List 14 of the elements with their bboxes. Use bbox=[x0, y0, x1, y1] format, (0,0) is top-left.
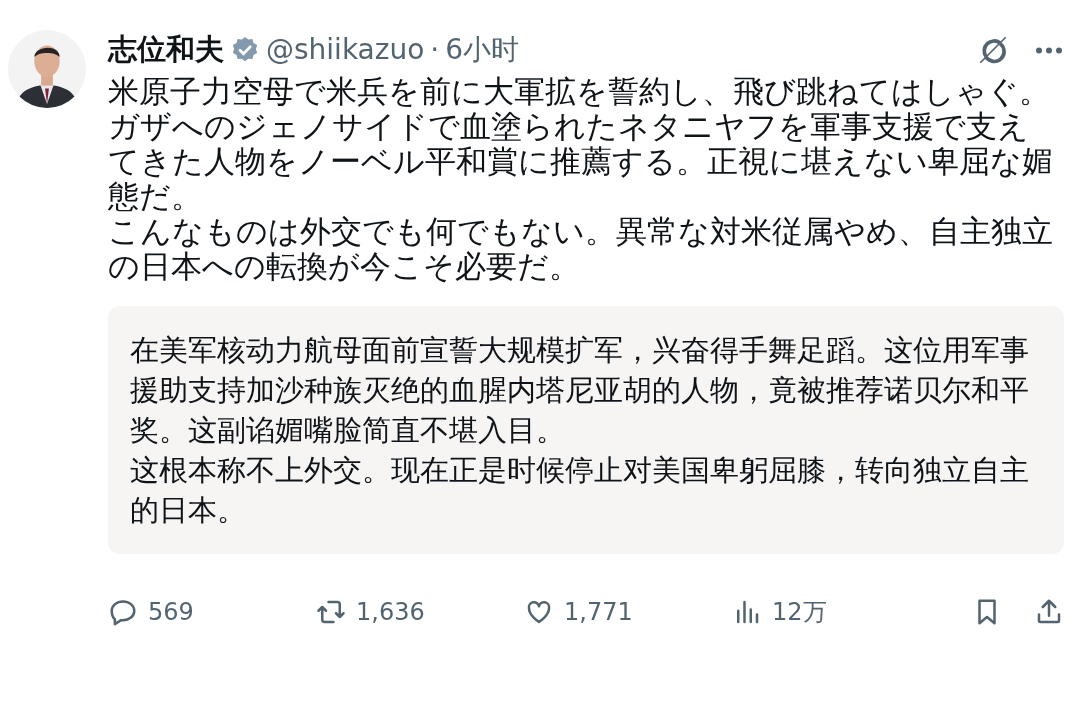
author-handle[interactable]: @shiikazuo bbox=[266, 29, 425, 71]
translation-text: 在美军核动力航母面前宣誓大规模扩军，兴奋得手舞足蹈。这位用军事援助支持加沙种族灭绝的血腥内塔尼亚胡的人物，竟被推荐诺贝尔和平奖。这副谄媚嘴脸简直不堪入目。 bbox=[130, 332, 1030, 449]
reply-button[interactable]: 569 bbox=[108, 594, 316, 630]
post-text: こんなものは外交でも何でもない。異常な対米従属やめ、自主独立の日本への転換が今こそ必要だ。 bbox=[108, 214, 1053, 284]
like-button[interactable]: 1,771 bbox=[524, 594, 732, 630]
views-button[interactable]: 12万 bbox=[732, 594, 940, 630]
repost-button[interactable]: 1,636 bbox=[316, 594, 524, 630]
post-time[interactable]: 6小时 bbox=[445, 29, 520, 71]
separator: · bbox=[430, 32, 440, 68]
author-name[interactable]: 志位和夫 bbox=[108, 28, 224, 72]
translation-text: 这根本称不上外交。现在正是时候停止对美国卑躬屈膝，转向独立自主的日本。 bbox=[130, 452, 1030, 529]
post-text: ガザへのジェノサイドで血塗られたネタニヤフを軍事支援で支えてきた人物をノーベル平和賞に推薦する。正視に堪えない卑屈な媚態だ。 bbox=[108, 109, 1053, 214]
speech-bubble-icon bbox=[108, 597, 138, 627]
post-text: 米原子力空母で米兵を前に大軍拡を誓約し、飛び跳ねてはしゃぐ。 bbox=[108, 74, 1051, 109]
